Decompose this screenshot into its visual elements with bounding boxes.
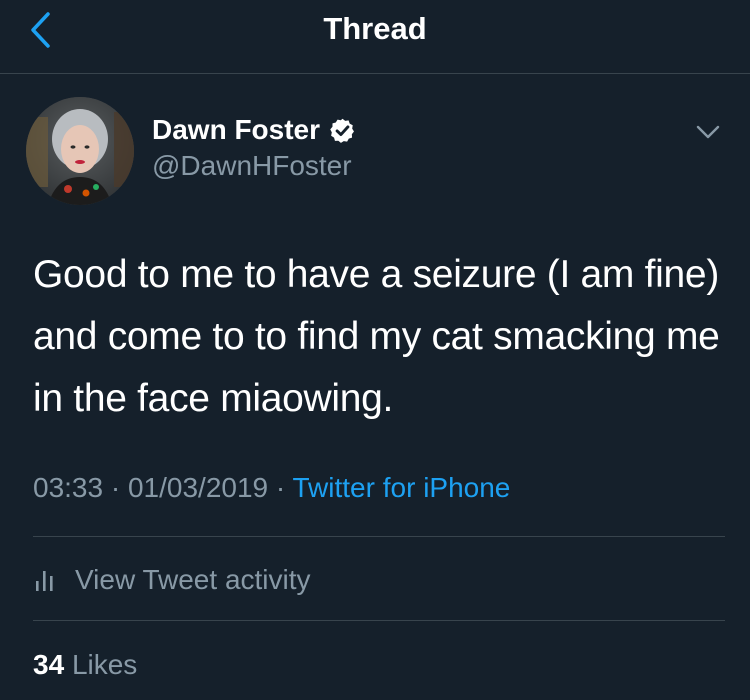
- tweet-date: 01/03/2019: [127, 472, 269, 503]
- avatar[interactable]: [26, 97, 134, 205]
- tweet-meta: 03:33 · 01/03/2019 · Twitter for iPhone: [33, 470, 510, 506]
- bar-chart-icon: [36, 571, 53, 591]
- author-handle[interactable]: @DawnHFoster: [152, 148, 352, 184]
- activity-label: View Tweet activity: [75, 564, 311, 595]
- view-tweet-activity-button[interactable]: View Tweet activity: [33, 560, 311, 600]
- page-title: Thread: [323, 11, 427, 46]
- likes-label: Likes: [71, 649, 138, 680]
- author-name-row[interactable]: Dawn Foster: [152, 112, 356, 148]
- divider: [33, 620, 725, 621]
- meta-separator: ·: [268, 472, 293, 503]
- divider: [33, 536, 725, 537]
- nav-header: Thread: [0, 0, 750, 74]
- tweet-text: Good to me to have a seizure (I am fine)…: [33, 253, 720, 420]
- avatar-image: [26, 97, 134, 205]
- chevron-down-icon: [696, 125, 720, 139]
- likes-count-link[interactable]: 34 Likes: [33, 647, 137, 683]
- tweet-time: 03:33: [33, 472, 104, 503]
- verified-badge-icon: [330, 118, 355, 143]
- display-name: Dawn Foster: [152, 114, 321, 145]
- more-options-button[interactable]: [692, 116, 724, 148]
- likes-count: 34: [33, 649, 65, 680]
- meta-separator: ·: [103, 472, 128, 503]
- tweet-source-link[interactable]: Twitter for iPhone: [293, 472, 511, 503]
